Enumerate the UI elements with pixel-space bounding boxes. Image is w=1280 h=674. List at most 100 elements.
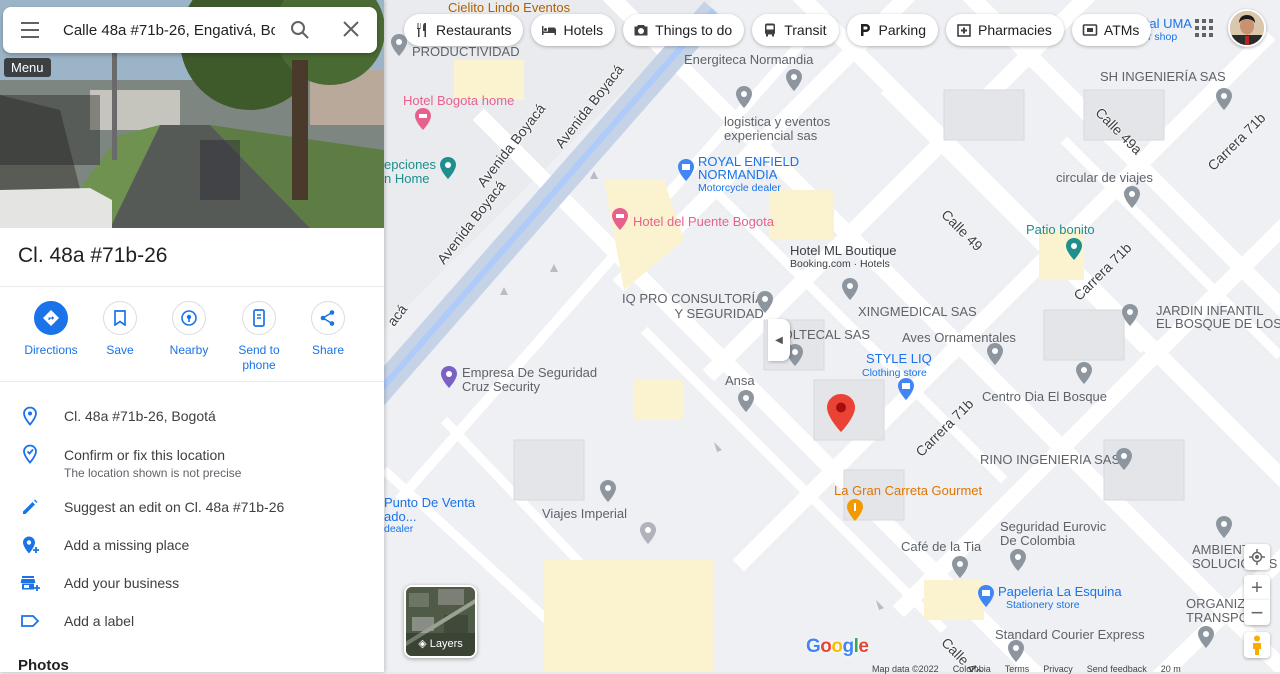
search-input[interactable] xyxy=(63,19,275,41)
poi-pin-icon[interactable] xyxy=(736,86,752,108)
shop-pin-icon[interactable] xyxy=(678,159,694,181)
poi-label[interactable]: Centro Dia El Bosque xyxy=(982,390,1107,404)
address-row[interactable]: Cl. 48a #71b-26, Bogotá xyxy=(0,398,384,434)
poi-pin-icon[interactable] xyxy=(1216,516,1232,538)
poi-label[interactable]: RINO INGENIERIA SAS xyxy=(980,453,1120,467)
close-icon[interactable] xyxy=(343,21,359,37)
poi-pin-icon[interactable] xyxy=(786,69,802,91)
poi-label[interactable]: ROYAL ENFIELD NORMANDIA xyxy=(698,155,799,181)
share-button[interactable]: Share xyxy=(293,301,363,358)
shop-pin-icon[interactable] xyxy=(441,366,457,388)
chip-hotels[interactable]: Hotels xyxy=(531,14,616,46)
chip-parking[interactable]: Parking xyxy=(846,14,938,46)
chip-things-to-do[interactable]: Things to do xyxy=(623,14,745,46)
poi-pin-icon[interactable] xyxy=(952,556,968,578)
poi-label[interactable]: Patio bonito xyxy=(1026,223,1095,237)
add-business-text: Add your business xyxy=(64,575,180,591)
poi-pin-icon[interactable] xyxy=(1216,88,1232,110)
share-icon xyxy=(320,310,335,326)
poi-label[interactable]: Hotel Bogota home xyxy=(403,94,514,108)
poi-label[interactable]: Ansa xyxy=(725,374,755,388)
school-pin-icon[interactable] xyxy=(1122,304,1138,326)
school-pin-icon[interactable] xyxy=(1076,362,1092,384)
poi-pin-icon[interactable] xyxy=(1124,186,1140,208)
poi-pin-icon[interactable] xyxy=(600,480,616,502)
shop-pin-icon[interactable] xyxy=(978,585,994,607)
poi-label[interactable]: Cielito Lindo Eventos xyxy=(448,1,570,15)
add-label-text: Add a label xyxy=(64,613,135,629)
pegman-button[interactable] xyxy=(1244,632,1270,658)
poi-label[interactable]: circular de viajes xyxy=(1056,171,1153,185)
poi-label[interactable]: Punto De Venta ado... xyxy=(384,496,475,524)
poi-label[interactable]: STYLE LIQ xyxy=(866,352,932,366)
add-missing-place-row[interactable]: Add a missing place xyxy=(0,527,384,563)
zoom-out-button[interactable]: − xyxy=(1244,600,1270,625)
poi-pin-icon[interactable] xyxy=(1010,549,1026,571)
nearby-button[interactable]: Nearby xyxy=(154,301,224,358)
poi-label[interactable]: Hotel del Puente Bogota xyxy=(633,215,774,229)
poi-label[interactable]: JARDIN INFANTIL EL BOSQUE DE LOS... xyxy=(1156,304,1280,330)
location-pin-icon xyxy=(23,406,37,426)
poi-pin-icon[interactable] xyxy=(757,291,773,313)
poi-pin-icon[interactable] xyxy=(1198,626,1214,648)
directions-button[interactable]: Directions xyxy=(16,301,86,358)
poi-pin-icon[interactable] xyxy=(738,390,754,412)
apps-grid-icon[interactable] xyxy=(1194,18,1214,38)
poi-label[interactable]: ORGANIZ TRANSPO xyxy=(1186,597,1249,625)
shop-pin-icon[interactable] xyxy=(640,522,656,544)
hotel-pin-icon[interactable] xyxy=(612,208,628,230)
poi-label[interactable]: XINGMEDICAL SAS xyxy=(858,305,977,319)
poi-label[interactable]: Empresa De Seguridad Cruz Security xyxy=(462,366,597,394)
poi-label[interactable]: Energiteca Normandia xyxy=(684,53,813,67)
suggest-edit-text: Suggest an edit on Cl. 48a #71b-26 xyxy=(64,499,285,515)
poi-pin-icon[interactable] xyxy=(1116,448,1132,470)
poi-label[interactable]: Seguridad Eurovic De Colombia xyxy=(1000,520,1106,548)
minus-icon: − xyxy=(1250,599,1264,625)
chip-restaurants[interactable]: Restaurants xyxy=(404,14,524,46)
park-pin-icon[interactable] xyxy=(1066,238,1082,260)
menu-icon[interactable] xyxy=(20,21,40,39)
map-canvas[interactable]: Avenida Boyacá Avenida Boyacá Avenida Bo… xyxy=(384,0,1280,672)
poi-pin-icon[interactable] xyxy=(987,343,1003,365)
selected-location-pin-icon[interactable] xyxy=(827,394,855,432)
suggest-edit-row[interactable]: Suggest an edit on Cl. 48a #71b-26 xyxy=(0,489,384,525)
google-logo: Google xyxy=(806,636,869,657)
poi-label[interactable]: La Gran Carreta Gourmet xyxy=(834,484,982,498)
poi-label[interactable]: Hotel ML Boutique xyxy=(790,244,896,258)
chip-transit[interactable]: Transit xyxy=(752,14,839,46)
send-to-phone-button[interactable]: Send to phone xyxy=(224,301,294,373)
fork-knife-icon xyxy=(417,23,426,37)
my-location-button[interactable] xyxy=(1244,544,1270,570)
shop-pin-icon[interactable] xyxy=(898,378,914,400)
poi-label[interactable]: SH INGENIERÍA SAS xyxy=(1100,70,1226,84)
poi-label[interactable]: Café de la Tia xyxy=(901,540,981,554)
collapse-panel-button[interactable]: ◀ xyxy=(768,319,790,361)
add-label-row[interactable]: Add a label xyxy=(0,603,384,639)
park-pin-icon[interactable] xyxy=(440,157,456,179)
confirm-location-row[interactable]: Confirm or fix this location The locatio… xyxy=(0,436,384,482)
zoom-in-button[interactable]: + xyxy=(1244,575,1270,600)
layers-button[interactable]: ◈ Layers xyxy=(404,585,477,658)
hotel-pin-icon[interactable] xyxy=(415,108,431,130)
search-icon[interactable] xyxy=(290,20,310,40)
poi-label[interactable]: IQ PRO CONSULTORÍA Y SEGURIDAD xyxy=(622,291,764,321)
poi-sub: Booking.com · Hotels xyxy=(790,258,890,270)
poi-label[interactable]: Papeleria La Esquina xyxy=(998,585,1122,599)
edit-location-icon xyxy=(23,444,37,464)
poi-label[interactable]: Viajes Imperial xyxy=(542,507,627,521)
directions-icon xyxy=(43,310,59,326)
poi-label[interactable]: logistica y eventos experiencial sas xyxy=(724,115,844,143)
poi-label[interactable]: epciones n Home xyxy=(384,158,436,186)
parking-icon xyxy=(860,24,870,36)
chip-atms[interactable]: ATMs xyxy=(1071,14,1152,46)
account-avatar[interactable] xyxy=(1228,9,1266,47)
poi-label[interactable]: PRODUCTIVIDAD xyxy=(412,45,520,59)
poi-pin-icon[interactable] xyxy=(1008,640,1024,662)
avatar-image xyxy=(1230,11,1264,45)
poi-pin-icon[interactable] xyxy=(842,278,858,300)
add-business-row[interactable]: Add your business xyxy=(0,565,384,601)
restaurant-pin-icon[interactable] xyxy=(847,499,863,521)
chip-pharmacies[interactable]: Pharmacies xyxy=(945,14,1064,46)
save-button[interactable]: Save xyxy=(85,301,155,358)
category-chips: Restaurants Hotels Things to do Transit … xyxy=(404,14,1152,46)
